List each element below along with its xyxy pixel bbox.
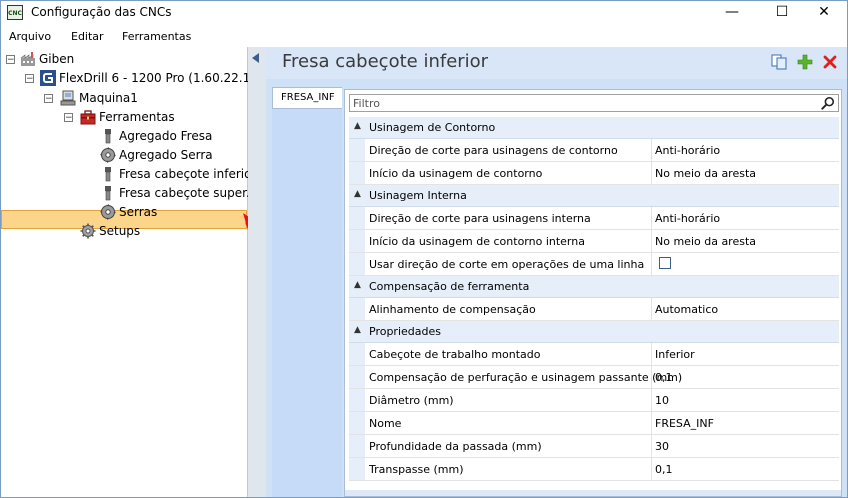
details-header: Fresa cabeçote inferior <box>266 47 847 79</box>
property-name: Nome <box>369 417 402 430</box>
collapse-category-icon[interactable]: ▲ <box>354 121 361 131</box>
property-value[interactable]: 10 <box>655 394 669 407</box>
machine-logo-icon <box>40 70 56 86</box>
property-name: Direção de corte para usinagens de conto… <box>369 144 618 157</box>
close-button[interactable]: ✕ <box>801 1 847 25</box>
property-row[interactable]: Transpasse (mm) 0,1 <box>349 458 839 481</box>
details-panel: Fresa cabeçote inferior FRESA_INF Filtro… <box>266 47 847 497</box>
property-row[interactable]: Compensação de perfuração e usinagem pas… <box>349 366 839 389</box>
router-bit-icon <box>105 167 111 182</box>
property-name: Usar direção de corte em operações de um… <box>369 258 645 271</box>
property-row[interactable]: Diâmetro (mm) 10 <box>349 389 839 412</box>
toolbox-icon <box>80 110 96 125</box>
tree-item-giben[interactable]: Giben <box>39 50 74 68</box>
collapse-icon[interactable]: − <box>6 55 15 65</box>
tree-item-agregado-fresa[interactable]: Agregado Fresa <box>119 127 212 145</box>
property-value[interactable]: Anti-horário <box>655 144 720 157</box>
tree-panel: − Giben − FlexDrill 6 - 1200 Pro (1.60.2… <box>1 47 285 497</box>
collapse-icon[interactable]: − <box>44 94 53 104</box>
saw-blade-icon <box>100 204 116 220</box>
property-value[interactable]: FRESA_INF <box>655 417 714 430</box>
tree-item-maquina1[interactable]: Maquina1 <box>79 89 138 107</box>
app-icon: CNC <box>7 5 23 20</box>
minimize-button[interactable]: — <box>709 1 755 25</box>
property-name: Cabeçote de trabalho montado <box>369 348 541 361</box>
property-value[interactable]: No meio da aresta <box>655 167 756 180</box>
tab-strip: FRESA_INF <box>272 87 342 497</box>
property-value[interactable]: No meio da aresta <box>655 235 756 248</box>
collapse-left-icon[interactable] <box>252 53 259 63</box>
search-icon[interactable] <box>821 96 835 110</box>
property-row[interactable]: Alinhamento de compensação Automatico <box>349 298 839 321</box>
copy-icon[interactable] <box>771 54 787 70</box>
add-icon[interactable] <box>797 54 813 70</box>
window-title: Configuração das CNCs <box>31 5 172 19</box>
property-grid: ▲ Usinagem de Contorno Direção de corte … <box>344 89 842 497</box>
filter-box <box>349 94 839 112</box>
tree-item-setups[interactable]: Setups <box>99 222 140 240</box>
category-compensacao[interactable]: ▲ Compensação de ferramenta <box>349 276 839 298</box>
collapse-category-icon[interactable]: ▲ <box>354 325 361 335</box>
panel-splitter[interactable] <box>248 47 266 497</box>
tree-item-ferramentas[interactable]: Ferramentas <box>99 108 175 126</box>
property-value[interactable]: 0,1 <box>655 463 673 476</box>
category-usinagem-contorno[interactable]: ▲ Usinagem de Contorno <box>349 117 839 139</box>
category-label: Propriedades <box>369 325 441 338</box>
category-label: Compensação de ferramenta <box>369 280 530 293</box>
property-row[interactable]: Direção de corte para usinagens interna … <box>349 207 839 230</box>
category-label: Usinagem de Contorno <box>369 121 496 134</box>
property-row[interactable]: Profundidade da passada (mm) 30 <box>349 435 839 458</box>
tree-item-fresa-superior[interactable]: Fresa cabeçote super... <box>119 184 257 202</box>
property-name: Profundidade da passada (mm) <box>369 440 542 453</box>
router-bit-icon <box>105 186 111 201</box>
delete-icon[interactable] <box>822 54 838 70</box>
property-name: Início da usinagem de contorno interna <box>369 235 585 248</box>
saw-blade-icon <box>100 147 116 163</box>
tree-item-machine[interactable]: FlexDrill 6 - 1200 Pro (1.60.22.1) <box>59 69 255 87</box>
collapse-category-icon[interactable]: ▲ <box>354 280 361 290</box>
menu-editar[interactable]: Editar <box>71 30 104 43</box>
property-name: Início da usinagem de contorno <box>369 167 543 180</box>
property-row[interactable]: Início da usinagem de contorno interna N… <box>349 230 839 253</box>
property-row[interactable]: Usar direção de corte em operações de um… <box>349 253 839 276</box>
factory-icon <box>20 52 35 66</box>
menu-ferramentas[interactable]: Ferramentas <box>122 30 191 43</box>
property-value[interactable]: Inferior <box>655 348 695 361</box>
main-window: CNC Configuração das CNCs — ☐ ✕ Arquivo … <box>0 0 848 498</box>
machine-icon <box>60 90 76 106</box>
collapse-icon[interactable]: − <box>25 74 34 84</box>
tree-item-agregado-serra[interactable]: Agregado Serra <box>119 146 213 164</box>
property-name: Transpasse (mm) <box>369 463 464 476</box>
tree-item-serras[interactable]: Serras <box>119 203 157 221</box>
tab-fresa-inf[interactable]: FRESA_INF <box>272 87 342 109</box>
property-row[interactable]: Direção de corte para usinagens de conto… <box>349 139 839 162</box>
property-value[interactable]: Automatico <box>655 303 718 316</box>
collapse-category-icon[interactable]: ▲ <box>354 189 361 199</box>
collapse-icon[interactable]: − <box>64 113 73 123</box>
property-value[interactable]: 0,1 <box>655 371 673 384</box>
property-row[interactable]: Nome FRESA_INF <box>349 412 839 435</box>
category-usinagem-interna[interactable]: ▲ Usinagem Interna <box>349 185 839 207</box>
maximize-button[interactable]: ☐ <box>759 1 805 25</box>
resize-grip[interactable] <box>345 490 841 496</box>
filter-input[interactable] <box>353 96 813 110</box>
tree-item-fresa-inferior[interactable]: Fresa cabeçote inferior <box>119 165 256 183</box>
page-title: Fresa cabeçote inferior <box>282 51 489 72</box>
property-row[interactable]: Cabeçote de trabalho montado Inferior <box>349 343 839 366</box>
category-label: Usinagem Interna <box>369 189 467 202</box>
menu-bar: Arquivo Editar Ferramentas <box>1 27 847 47</box>
category-propriedades[interactable]: ▲ Propriedades <box>349 321 839 343</box>
menu-arquivo[interactable]: Arquivo <box>9 30 51 43</box>
single-line-direction-checkbox[interactable] <box>659 257 671 269</box>
gear-icon <box>80 223 96 239</box>
property-value[interactable]: 30 <box>655 440 669 453</box>
property-value[interactable]: Anti-horário <box>655 212 720 225</box>
property-name: Compensação de perfuração e usinagem pas… <box>369 371 683 384</box>
property-row[interactable]: Início da usinagem de contorno No meio d… <box>349 162 839 185</box>
property-name: Direção de corte para usinagens interna <box>369 212 591 225</box>
router-bit-icon <box>105 129 111 144</box>
property-name: Alinhamento de compensação <box>369 303 536 316</box>
property-name: Diâmetro (mm) <box>369 394 454 407</box>
title-bar: CNC Configuração das CNCs — ☐ ✕ <box>1 1 847 25</box>
